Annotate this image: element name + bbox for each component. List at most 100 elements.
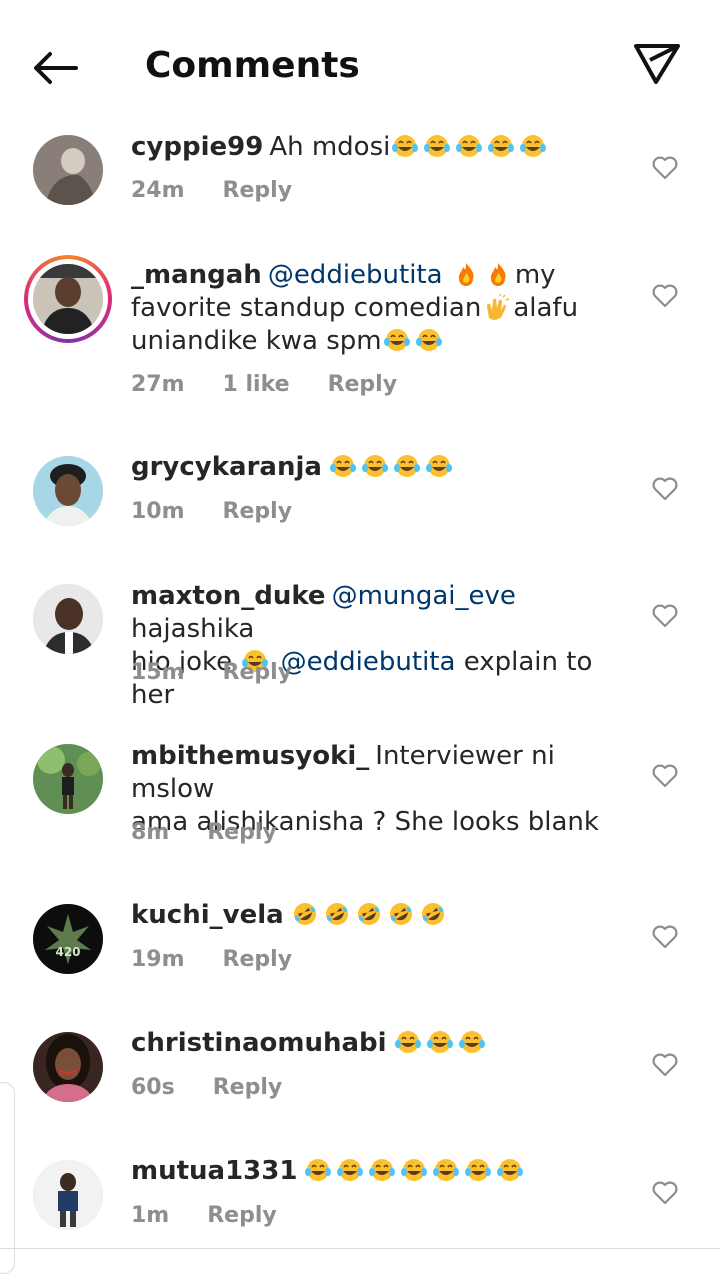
send-button[interactable] — [628, 36, 684, 92]
comment-time: 8m — [131, 820, 170, 845]
tears-of-joy-emoji-icon — [454, 133, 484, 159]
avatar[interactable] — [33, 1032, 103, 1102]
avatar — [33, 264, 103, 334]
comment-text: _mangah @eddiebutita my favorite standup … — [131, 259, 601, 358]
clapping-hands-emoji-icon — [481, 294, 511, 320]
comment-meta: 15m Reply — [131, 660, 330, 685]
tears-of-joy-emoji-icon — [425, 1029, 455, 1055]
comment-time: 27m — [131, 372, 185, 397]
heart-icon[interactable] — [652, 603, 678, 629]
comment-username[interactable]: christinaomuhabi — [131, 1028, 387, 1058]
comment-username[interactable]: maxton_duke — [131, 581, 326, 611]
comment-body: alafu — [513, 293, 579, 323]
comment-body: my — [514, 260, 556, 290]
reply-button[interactable]: Reply — [328, 372, 398, 397]
rolling-laughing-emoji-icon — [354, 901, 384, 927]
emoji-row — [328, 452, 456, 482]
reply-button[interactable]: Reply — [223, 178, 293, 203]
comment-meta: 24m Reply — [131, 178, 330, 203]
rolling-laughing-emoji-icon — [290, 901, 320, 927]
comment-meta: 60s Reply — [131, 1075, 320, 1100]
tears-of-joy-emoji-icon — [518, 133, 548, 159]
tears-of-joy-emoji-icon — [457, 1029, 487, 1055]
reply-button[interactable]: Reply — [213, 1075, 283, 1100]
tears-of-joy-emoji-icon — [414, 327, 444, 353]
rolling-laughing-emoji-icon — [322, 901, 352, 927]
emoji-row — [390, 132, 550, 162]
comment-time: 1m — [131, 1203, 170, 1228]
heart-icon[interactable] — [652, 476, 678, 502]
tears-of-joy-emoji-icon — [360, 453, 390, 479]
reply-button[interactable]: Reply — [223, 947, 293, 972]
like-count[interactable]: 1 like — [223, 372, 290, 397]
heart-icon[interactable] — [652, 155, 678, 181]
avatar[interactable] — [33, 456, 103, 526]
sheet-edge — [0, 1082, 15, 1274]
tears-of-joy-emoji-icon — [392, 453, 422, 479]
tears-of-joy-emoji-icon — [486, 133, 516, 159]
comment-time: 60s — [131, 1075, 175, 1100]
comment-meta: 19m Reply — [131, 947, 330, 972]
reply-button[interactable]: Reply — [223, 499, 293, 524]
comment-time: 24m — [131, 178, 185, 203]
comment-username[interactable]: mbithemusyoki_ — [131, 741, 369, 771]
back-button[interactable] — [28, 40, 84, 96]
rolling-laughing-emoji-icon — [386, 901, 416, 927]
fire-emoji-icon — [451, 261, 481, 287]
comment-text: cyppie99 Ah mdosi — [131, 131, 601, 164]
comment-text: mutua1331 — [131, 1155, 601, 1188]
comment-body: Ah mdosi — [269, 132, 391, 162]
paper-plane-icon — [634, 44, 680, 84]
comment-body: uniandike kwa spm — [131, 326, 382, 356]
story-ring[interactable] — [24, 255, 112, 343]
comment-body: hajashika — [131, 614, 255, 644]
comment-username[interactable]: _mangah — [131, 260, 262, 290]
emoji-row — [290, 900, 450, 930]
avatar[interactable]: 420 — [33, 904, 103, 974]
tears-of-joy-emoji-icon — [382, 327, 412, 353]
page-title: Comments — [145, 45, 360, 86]
emoji-row — [481, 293, 513, 323]
svg-text:420: 420 — [55, 945, 80, 959]
comment-body: favorite standup comedian — [131, 293, 482, 323]
comment-meta: 10m Reply — [131, 499, 330, 524]
mention-link[interactable]: @mungai_eve — [332, 581, 516, 611]
avatar[interactable] — [33, 584, 103, 654]
divider — [0, 1248, 720, 1249]
comment-username[interactable]: kuchi_vela — [131, 900, 284, 930]
comment-text: maxton_duke @mungai_eve hajashika hio jok… — [131, 580, 601, 712]
tears-of-joy-emoji-icon — [367, 1157, 397, 1183]
emoji-row — [393, 1028, 489, 1058]
heart-icon[interactable] — [652, 924, 678, 950]
avatar[interactable] — [33, 135, 103, 205]
avatar[interactable] — [33, 744, 103, 814]
comment-time: 19m — [131, 947, 185, 972]
comment-text: christinaomuhabi — [131, 1027, 601, 1060]
comment-username[interactable]: cyppie99 — [131, 132, 263, 162]
reply-button[interactable]: Reply — [223, 660, 293, 685]
comment-username[interactable]: grycykaranja — [131, 452, 322, 482]
heart-icon[interactable] — [652, 1180, 678, 1206]
tears-of-joy-emoji-icon — [399, 1157, 429, 1183]
tears-of-joy-emoji-icon — [463, 1157, 493, 1183]
header-bar: Comments — [0, 0, 720, 128]
comment-text: kuchi_vela — [131, 899, 601, 932]
comment-meta: 27m 1 like Reply — [131, 372, 435, 397]
heart-icon[interactable] — [652, 283, 678, 309]
fire-emoji-icon — [483, 261, 513, 287]
comment-text: grycykaranja — [131, 451, 601, 484]
heart-icon[interactable] — [652, 763, 678, 789]
avatar[interactable] — [33, 1160, 103, 1230]
tears-of-joy-emoji-icon — [422, 133, 452, 159]
heart-icon[interactable] — [652, 1052, 678, 1078]
tears-of-joy-emoji-icon — [393, 1029, 423, 1055]
reply-button[interactable]: Reply — [207, 1203, 277, 1228]
rolling-laughing-emoji-icon — [418, 901, 448, 927]
arrow-left-icon — [34, 52, 78, 84]
tears-of-joy-emoji-icon — [303, 1157, 333, 1183]
comment-username[interactable]: mutua1331 — [131, 1156, 297, 1186]
tears-of-joy-emoji-icon — [328, 453, 358, 479]
emoji-row — [451, 260, 515, 290]
mention-link[interactable]: @eddiebutita — [268, 260, 443, 290]
reply-button[interactable]: Reply — [207, 820, 277, 845]
